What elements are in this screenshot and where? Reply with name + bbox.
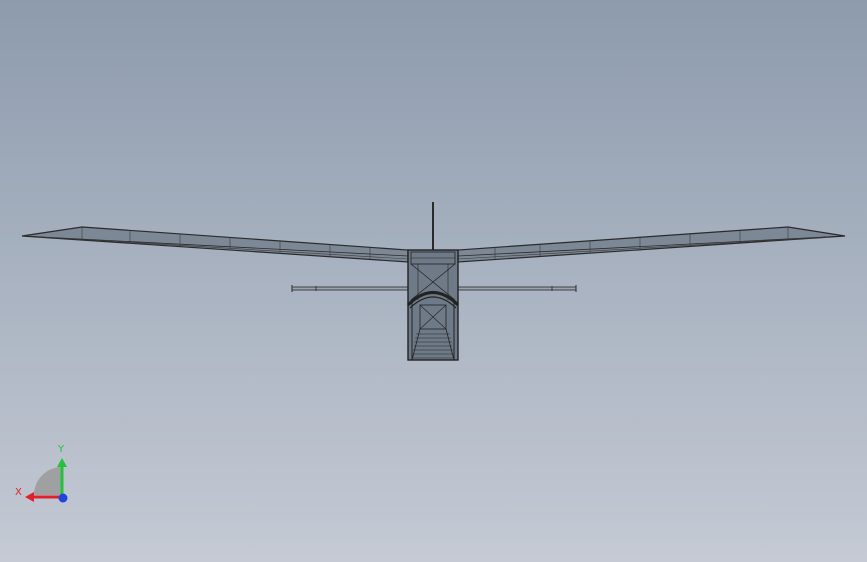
x-axis-arrow: [25, 492, 34, 502]
triad-plane: [34, 467, 62, 495]
x-axis-label: X: [15, 487, 22, 498]
glider-model-front-view[interactable]: [0, 0, 867, 562]
y-axis-arrow: [57, 458, 67, 467]
y-axis-label: Y: [58, 444, 65, 455]
z-axis-dot: [58, 493, 68, 503]
right-wing: [457, 226, 846, 263]
orientation-triad[interactable]: X Y: [12, 440, 76, 510]
fuselage: [406, 249, 460, 361]
left-wing: [21, 226, 409, 263]
graphics-viewport[interactable]: X Y: [0, 0, 867, 562]
triad-graphic: [25, 458, 68, 503]
